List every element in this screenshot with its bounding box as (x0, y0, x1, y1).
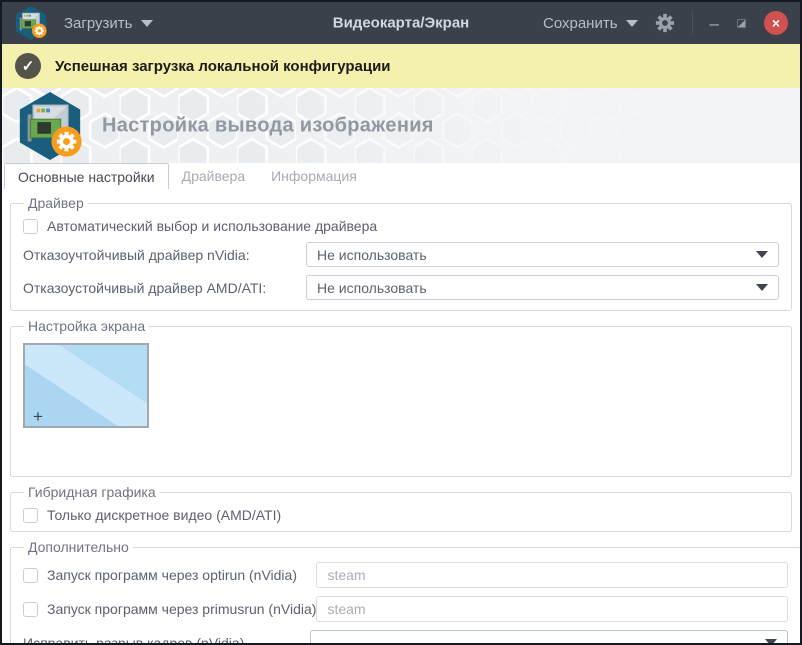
check-icon: ✓ (15, 53, 41, 79)
auto-driver-checkbox[interactable] (23, 218, 38, 234)
optirun-label: Запуск программ через optirun (nVidia) (47, 567, 297, 583)
primusrun-command-input[interactable] (316, 596, 789, 622)
notification-bar: ✓ Успешная загрузка локальной конфигурац… (2, 44, 800, 88)
additional-group-legend: Дополнительно (28, 539, 129, 555)
load-button-label: Загрузить (64, 14, 133, 32)
main-content: Драйвер Автоматический выбор и использов… (2, 189, 800, 645)
titlebar-separator (691, 12, 693, 34)
page-title: Настройка вывода изображения (102, 114, 434, 136)
tab-drivers[interactable]: Драйвера (169, 163, 259, 189)
load-button[interactable]: Загрузить (64, 15, 153, 32)
add-display-icon: + (33, 407, 43, 426)
screen-setup-legend: Настройка экрана (28, 318, 146, 334)
tab-bar: Основные настройки Драйвера Информация (2, 163, 800, 189)
optirun-command-input[interactable] (316, 562, 789, 588)
display-preview[interactable]: + (23, 343, 149, 428)
app-logo-icon (14, 5, 48, 41)
additional-group: Дополнительно Запуск программ через opti… (10, 539, 800, 645)
chevron-down-icon (756, 284, 768, 291)
chevron-down-icon (765, 639, 778, 643)
close-button[interactable]: × (764, 11, 788, 35)
page-header: Настройка вывода изображения (2, 88, 800, 163)
primusrun-checkbox[interactable] (23, 601, 38, 617)
save-button-label: Сохранить (542, 14, 618, 32)
tearing-fix-label: Исправить разрыв кадров (nVidia) (23, 634, 245, 645)
primusrun-label: Запуск программ через primusrun (nVidia) (47, 601, 317, 617)
auto-driver-label: Автоматический выбор и использование дра… (47, 218, 378, 234)
videocard-logo-icon (15, 90, 85, 163)
app-window: Загрузить Видеокарта/Экран Сохранить – ×… (0, 0, 802, 645)
hybrid-graphics-group: Гибридная графика Только дискретное виде… (10, 484, 792, 532)
window-title: Видеокарта/Экран (332, 14, 470, 32)
amd-fallback-value: Не использовать (317, 279, 427, 296)
save-button[interactable]: Сохранить (543, 15, 638, 32)
driver-group-legend: Драйвер (28, 195, 84, 211)
driver-group: Драйвер Автоматический выбор и использов… (10, 195, 792, 311)
optirun-checkbox[interactable] (23, 567, 38, 583)
chevron-down-icon (756, 251, 768, 258)
caret-down-icon (625, 19, 638, 27)
amd-fallback-dropdown[interactable]: Не использовать (306, 275, 779, 300)
nvidia-fallback-value: Не использовать (317, 246, 427, 263)
tab-main-settings[interactable]: Основные настройки (4, 163, 169, 189)
restore-button[interactable] (736, 18, 747, 29)
discrete-only-label: Только дискретное видео (AMD/ATI) (47, 507, 282, 523)
tab-information[interactable]: Информация (258, 163, 370, 189)
tearing-fix-dropdown[interactable] (310, 630, 789, 643)
amd-fallback-label: Отказоустойчивый драйвер AMD/ATI: (23, 279, 267, 296)
nvidia-fallback-dropdown[interactable]: Не использовать (306, 242, 779, 267)
hybrid-graphics-legend: Гибридная графика (28, 484, 156, 500)
nvidia-fallback-label: Отказоучтойчивый драйвер nVidia: (23, 246, 250, 263)
minimize-button[interactable]: – (710, 15, 719, 32)
discrete-only-checkbox[interactable] (23, 507, 38, 523)
screen-setup-group: Настройка экрана + (10, 318, 792, 477)
settings-gear-icon[interactable] (655, 13, 675, 33)
titlebar: Загрузить Видеокарта/Экран Сохранить – × (2, 2, 800, 44)
caret-down-icon (140, 19, 153, 27)
notification-text: Успешная загрузка локальной конфигурации (55, 57, 391, 75)
